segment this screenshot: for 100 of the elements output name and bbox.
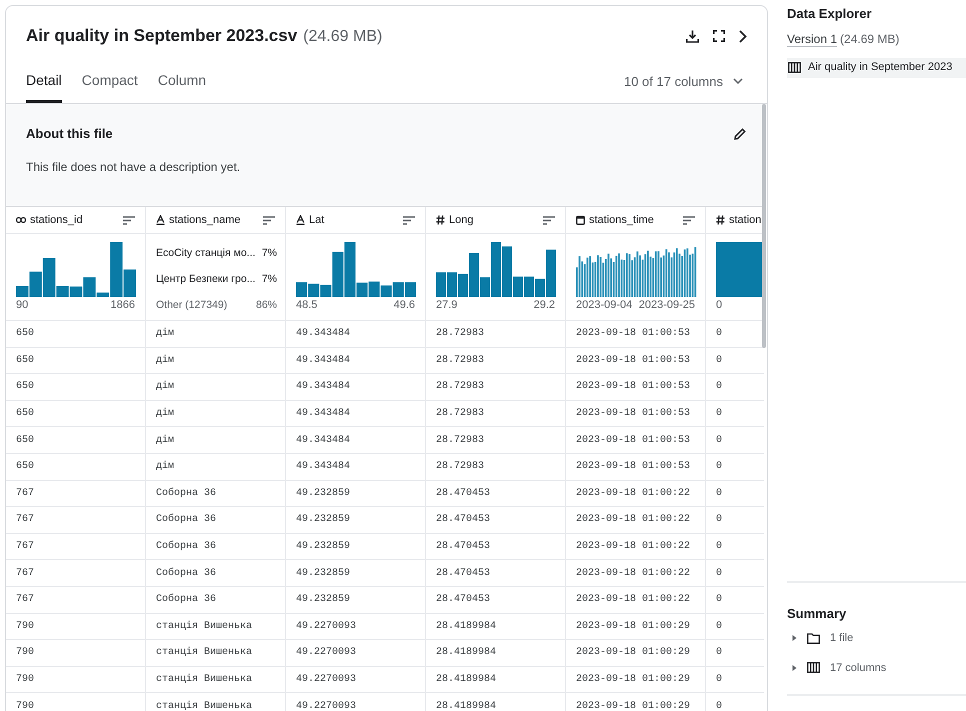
table-cell-text: 767 [16, 486, 34, 501]
columns-icon [807, 662, 820, 674]
table-cell-text: дім [156, 406, 174, 422]
table-cell-text: 2023-09-18 01:00:29 [576, 700, 690, 711]
summary-item[interactable]: 17 columns [787, 660, 966, 676]
category-share: 7% [262, 272, 277, 287]
category-share: 7% [262, 246, 277, 261]
table-cell-text: 0 [716, 434, 722, 448]
table-cell-text: 0 [716, 566, 722, 581]
columns-dropdown[interactable]: 10 of 17 columns [624, 72, 743, 103]
table-cell-text: 2023-09-18 01:00:53 [576, 380, 690, 394]
table-cell-text: 28.72983 [436, 434, 484, 448]
table-cell-text: 0 [716, 327, 722, 342]
table-cell-text: 0 [716, 593, 722, 608]
version-link[interactable]: Version 1 [787, 30, 838, 48]
sort-icon[interactable] [123, 216, 135, 224]
chevron-right-icon[interactable] [739, 30, 747, 42]
table-cell-text: 0 [716, 460, 722, 474]
pencil-icon[interactable] [734, 128, 746, 140]
table-cell-text: 49.232859 [296, 593, 350, 608]
table-cell-text: 49.343484 [296, 460, 350, 474]
table-cell-text: 28.4189984 [436, 673, 496, 688]
table-cell-text: дім [156, 326, 174, 342]
min-label: 48.5 [296, 300, 318, 311]
table-cell-text: 49.343484 [296, 434, 350, 448]
table-cell-text: Соборна 36 [156, 566, 216, 581]
table-cell-text: 790 [16, 620, 34, 634]
summary-title: Summary [787, 606, 846, 621]
about-title: About this file [26, 125, 113, 143]
summary-item[interactable]: 1 file [787, 630, 966, 646]
category-share: 86% [256, 298, 277, 312]
column-header[interactable]: stations_name [146, 207, 286, 233]
table-cell-text: 650 [16, 354, 34, 368]
min-label: 2023-09-04 [576, 300, 632, 311]
table-cell-text: дім [156, 460, 174, 474]
sort-icon[interactable] [403, 216, 415, 224]
table-cell-text: Соборна 36 [156, 592, 216, 608]
table-cell-text: 28.470453 [436, 486, 490, 501]
sort-icon[interactable] [683, 216, 695, 224]
calendar-icon [576, 215, 585, 225]
column-header[interactable]: Long [426, 207, 566, 233]
table-cell-text: 2023-09-18 01:00:53 [576, 354, 690, 368]
table-cell-text: Соборна 36 [156, 512, 216, 528]
sort-icon[interactable] [263, 216, 275, 224]
table-cell-text: 49.2270093 [296, 620, 356, 634]
table-cell-text: 767 [16, 513, 34, 528]
table-cell-text: 2023-09-18 01:00:22 [576, 593, 690, 608]
version-size: (24.69 MB) [840, 30, 900, 48]
file-item[interactable]: Air quality in September 2023 [787, 58, 966, 78]
column-name: Long [449, 212, 474, 228]
category-label: Центр Безпеки гро... [156, 272, 256, 287]
table-cell-text: 28.470453 [436, 566, 490, 581]
folder-icon [807, 632, 820, 644]
table-cell-text: 28.72983 [436, 354, 484, 368]
scrollbar[interactable] [762, 104, 766, 348]
table-cell-text: станція Вишенька [156, 672, 252, 688]
tab[interactable]: Column [158, 70, 206, 103]
table-cell-text: 2023-09-18 01:00:29 [576, 646, 690, 660]
table-cell-text: 49.2270093 [296, 673, 356, 688]
table-cell-text: станція Вишенька [156, 646, 252, 660]
download-icon[interactable] [686, 30, 699, 42]
table-cell-text: 49.232859 [296, 566, 350, 581]
category-label: Other (127349) [156, 298, 228, 312]
table-cell-text: 49.343484 [296, 380, 350, 394]
link-icon [16, 217, 26, 223]
table-cell-text: 2023-09-18 01:00:22 [576, 486, 690, 501]
table-cell-text: 49.2270093 [296, 700, 356, 711]
table-cell-text: 790 [16, 700, 34, 711]
column-header[interactable]: Lat [286, 207, 426, 233]
table-cell-text: 2023-09-18 01:00:22 [576, 540, 690, 554]
max-label: 29.2 [534, 300, 555, 311]
text-type-icon [296, 215, 305, 225]
table-cell-text: 767 [16, 593, 34, 608]
table-cell-text: 28.72983 [436, 407, 484, 422]
table-cell-text: 49.343484 [296, 407, 350, 422]
table-cell-text: дім [156, 354, 174, 368]
table-cell-text: 0 [716, 646, 722, 660]
table-cell-text: Соборна 36 [156, 486, 216, 501]
table-cell-text: 49.232859 [296, 540, 350, 554]
table-cell-text: 2023-09-18 01:00:53 [576, 460, 690, 474]
fullscreen-icon[interactable] [713, 30, 725, 42]
column-header[interactable]: stations_id [6, 207, 146, 233]
sort-icon[interactable] [543, 216, 555, 224]
summary-label: 1 file [830, 631, 854, 646]
hash-icon [436, 215, 445, 225]
file-size: (24.69 MB) [303, 27, 382, 47]
table-cell-text: 650 [16, 327, 34, 342]
min-label: 90 [16, 300, 28, 311]
table-cell-text: 2023-09-18 01:00:53 [576, 434, 690, 448]
column-header[interactable]: stations_time [566, 207, 706, 233]
hash-icon [716, 215, 725, 225]
table-cell-text: 28.470453 [436, 593, 490, 608]
columns-icon [788, 62, 801, 73]
table-cell-text: 650 [16, 434, 34, 448]
column-name: stations_id [30, 212, 83, 228]
max-label: 49.6 [394, 300, 415, 311]
table-cell-text: 49.2270093 [296, 646, 356, 660]
tab[interactable]: Compact [82, 70, 138, 103]
table-cell-text: Соборна 36 [156, 540, 216, 554]
table-cell-text: 650 [16, 407, 34, 422]
